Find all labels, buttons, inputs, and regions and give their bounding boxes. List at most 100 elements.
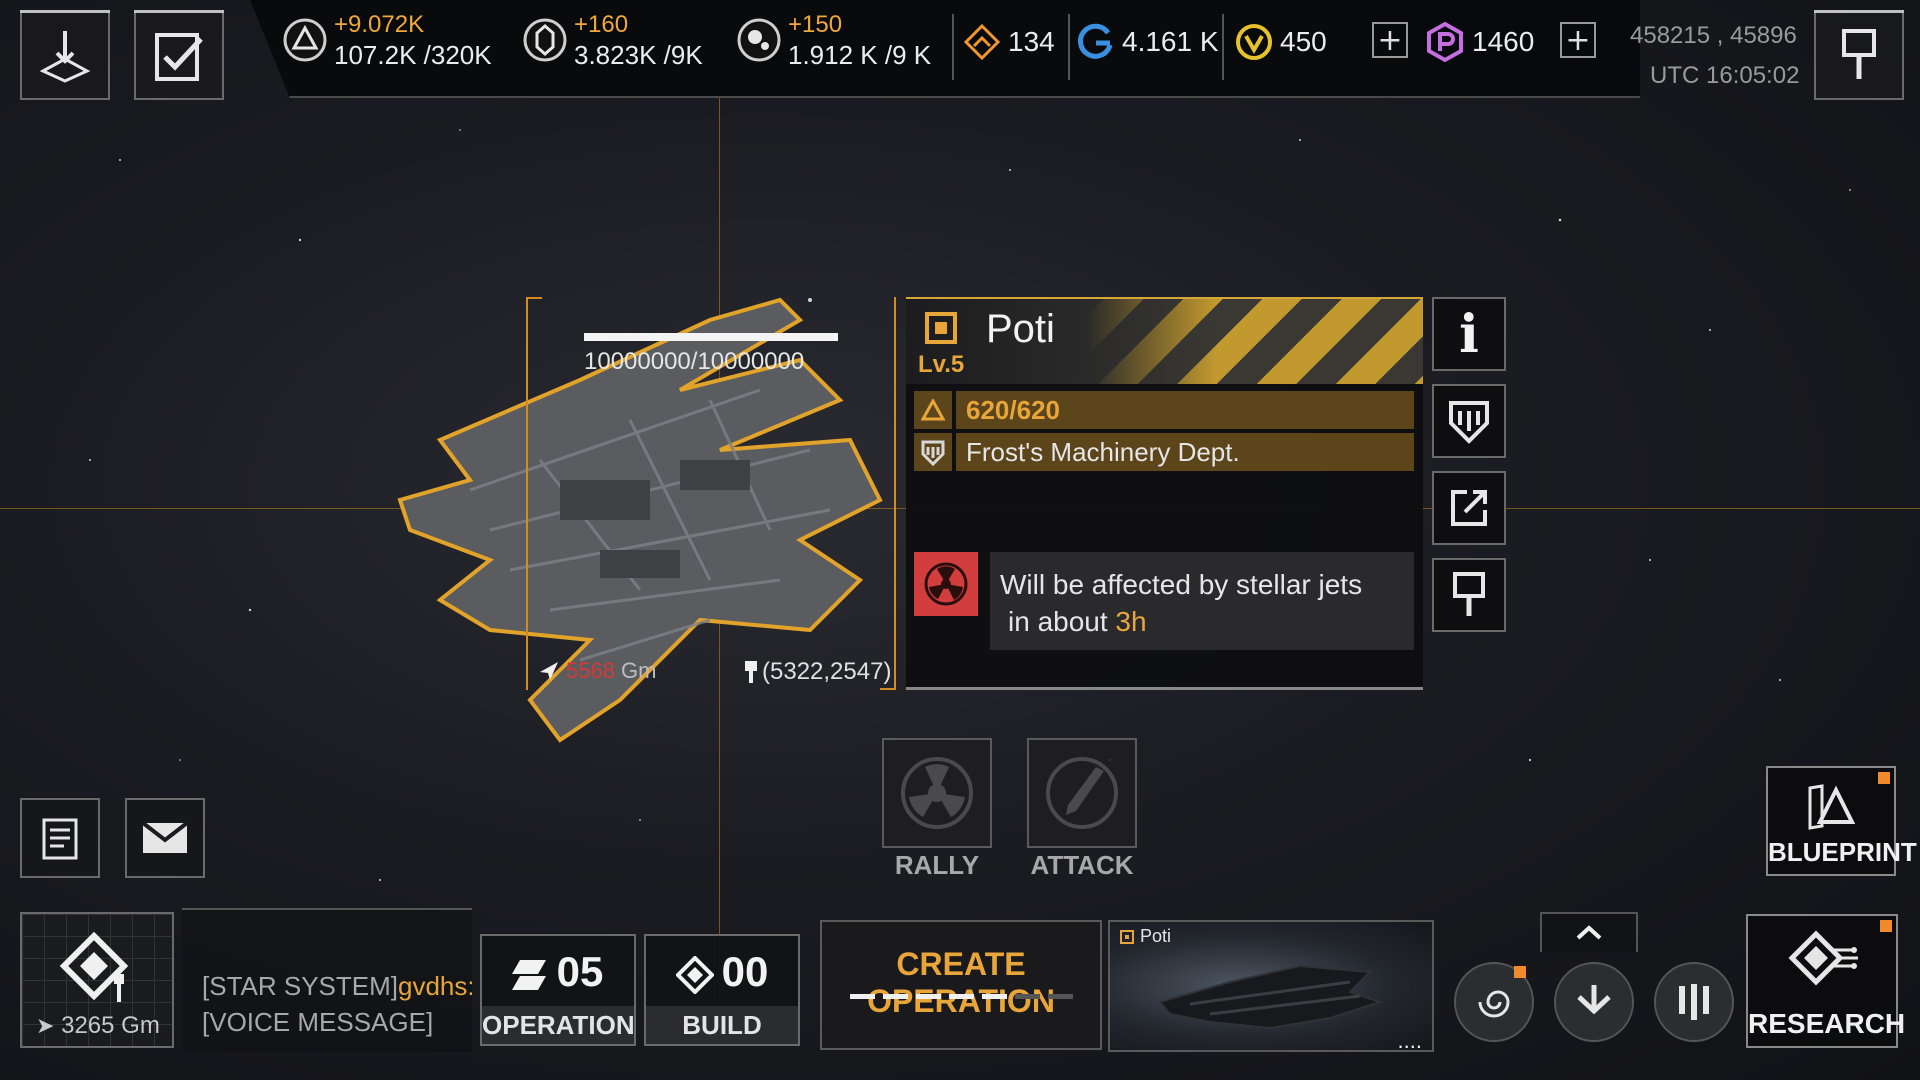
- resource-amount: 107.2K /320K: [334, 40, 492, 70]
- notes-button[interactable]: [20, 798, 100, 878]
- more-indicator: ....: [1397, 1028, 1422, 1052]
- hp-text: 10000000/10000000: [584, 348, 805, 375]
- add-premium-button[interactable]: +: [1560, 22, 1596, 58]
- currency-value: 134: [1008, 26, 1055, 57]
- pin-icon: [745, 661, 757, 683]
- currency-cycle[interactable]: 4.161 K: [1074, 20, 1219, 64]
- resource-amount: 3.823K /9K: [574, 40, 703, 70]
- deploy-button[interactable]: [1554, 962, 1634, 1042]
- research-button[interactable]: RESEARCH: [1746, 914, 1906, 1048]
- mail-button[interactable]: [125, 798, 205, 878]
- operation-count: 05: [556, 948, 604, 995]
- station-icon: [925, 312, 957, 344]
- navigate-arrow-icon: [540, 662, 558, 680]
- owner-row: Frost's Machinery Dept.: [914, 433, 1414, 471]
- create-operation-label: CREATE OPERATION: [867, 946, 1055, 1019]
- add-coin-button[interactable]: +: [1372, 22, 1408, 58]
- crystal-icon: [523, 18, 567, 62]
- bookmarks-button[interactable]: [1814, 10, 1904, 100]
- durability-value: 620/620: [956, 391, 1414, 429]
- expand-menu-button[interactable]: [1540, 912, 1638, 952]
- create-operation-button[interactable]: CREATE OPERATION: [820, 920, 1102, 1050]
- rally-button[interactable]: [882, 738, 992, 848]
- slot: [1015, 994, 1040, 999]
- divider: [1068, 14, 1070, 80]
- minimap[interactable]: ➤ 3265 Gm: [20, 912, 174, 1048]
- metal-icon: [283, 18, 327, 62]
- server-time: UTC 16:05:02: [1650, 62, 1800, 89]
- slot: [949, 994, 974, 999]
- notification-dot: [1880, 920, 1892, 932]
- coin-icon: [1236, 24, 1272, 60]
- resource-delta: +150: [788, 11, 843, 38]
- blueprint-button[interactable]: BLUEPRINT: [1766, 766, 1917, 876]
- attack-button[interactable]: [1027, 738, 1137, 848]
- research-label: RESEARCH: [1748, 1008, 1906, 1039]
- missile-icon: [1046, 757, 1118, 829]
- resource-metal[interactable]: +9.072K 107.2K /320K: [280, 10, 492, 70]
- warning-prefix: in about: [1008, 606, 1116, 637]
- location-coordinates: (5322,2547): [762, 658, 892, 685]
- build-label: BUILD: [646, 1006, 798, 1044]
- divider: [952, 14, 954, 80]
- rally-label: RALLY: [894, 850, 980, 880]
- pin-icon: [1842, 29, 1876, 79]
- minimap-distance: ➤ 3265 Gm: [36, 1012, 160, 1039]
- minimap-distance-value: 3265 Gm: [61, 1012, 160, 1039]
- resource-delta: +9.072K: [334, 11, 425, 38]
- galaxy-icon: [1478, 990, 1510, 1018]
- resource-delta: +160: [574, 11, 629, 38]
- durability-row: 620/620: [914, 391, 1414, 429]
- currency-premium[interactable]: 1460: [1424, 20, 1534, 64]
- distance-unit: Gm: [620, 658, 657, 683]
- galaxy-button[interactable]: [1454, 962, 1534, 1042]
- premium-icon: [1427, 21, 1463, 63]
- chevron-up-icon: [1576, 925, 1602, 940]
- resource-crystal[interactable]: +160 3.823K /9K: [520, 10, 703, 70]
- alliance-button[interactable]: [1654, 962, 1734, 1042]
- target-level: Lv.5: [918, 351, 965, 378]
- chat-line: [STAR SYSTEM]gvdhs:: [202, 968, 472, 1004]
- operation-counter-button[interactable]: 05 OPERATION: [480, 934, 636, 1046]
- research-icon: [1788, 930, 1858, 986]
- chat-preview[interactable]: [STAR SYSTEM]gvdhs: [VOICE MESSAGE]: [182, 908, 472, 1052]
- coordinates-display: 458215 , 45896 UTC 16:05:02: [1630, 16, 1799, 96]
- share-icon: [1451, 490, 1487, 526]
- notification-dot: [1878, 772, 1890, 784]
- radiation-warning-icon: [914, 552, 978, 616]
- currency-value: 4.161 K: [1122, 26, 1219, 57]
- slot: [1048, 994, 1073, 999]
- share-button[interactable]: [1432, 471, 1506, 545]
- notification-dot: [1514, 966, 1526, 978]
- build-counter-button[interactable]: 00 BUILD: [644, 934, 800, 1046]
- blueprint-icon: [1808, 784, 1856, 830]
- location-readout[interactable]: (5322,2547): [744, 658, 891, 686]
- currency-energy[interactable]: 134: [962, 20, 1055, 64]
- cycle-icon: [1077, 23, 1113, 59]
- info-button[interactable]: i: [1432, 297, 1506, 371]
- preview-name: Poti: [1140, 926, 1172, 946]
- stellar-jet-warning: Will be affected by stellar jets in abou…: [990, 552, 1414, 650]
- attack-label: ATTACK: [1030, 850, 1134, 880]
- durability-icon: [914, 391, 952, 429]
- target-preview[interactable]: Poti ....: [1108, 920, 1434, 1052]
- operation-slots-indicator: [850, 994, 1073, 999]
- guild-button[interactable]: [1432, 384, 1506, 458]
- blueprint-label: BLUEPRINT: [1768, 837, 1917, 867]
- anchor-down-icon: [39, 31, 91, 83]
- rally-icon: [901, 757, 973, 829]
- tasks-button[interactable]: [134, 10, 224, 100]
- collapse-button[interactable]: [20, 10, 110, 100]
- bookmark-icon: [1453, 572, 1485, 616]
- distance-readout: 5568 Gm: [538, 658, 656, 684]
- currency-value: 1460: [1472, 26, 1535, 57]
- warning-time: 3h: [1115, 606, 1147, 637]
- build-count: 00: [721, 948, 769, 995]
- currency-coin[interactable]: 450: [1234, 20, 1327, 64]
- info-icon: i: [1459, 303, 1479, 365]
- operation-label: OPERATION: [482, 1006, 635, 1044]
- resource-deuterium[interactable]: +150 1.912 K /9 K: [734, 10, 931, 70]
- slot: [883, 994, 908, 999]
- target-info-panel: Poti Lv.5 620/620 Frost's Machinery Dept…: [906, 297, 1423, 690]
- bookmark-button[interactable]: [1432, 558, 1506, 632]
